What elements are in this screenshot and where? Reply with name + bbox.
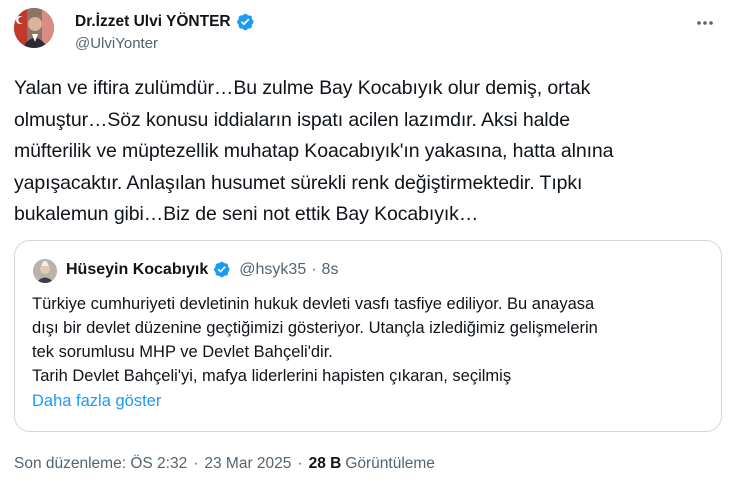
avatar-photo-icon [33, 259, 57, 283]
author-name-line: Dr.İzzet Ulvi YÖNTER [75, 12, 255, 32]
tweet-text: Yalan ve iftira zulümdür…Bu zulme Bay Ko… [14, 77, 614, 225]
show-more-link[interactable]: Daha fazla göster [32, 392, 161, 411]
tweet-date[interactable]: 23 Mar 2025 [204, 455, 291, 473]
quoted-handle[interactable]: @hsyk35 [239, 261, 306, 279]
more-horizontal-icon [697, 21, 713, 25]
avatar-photo-icon [14, 8, 54, 48]
quoted-display-name[interactable]: Hüseyin Kocabıyık [66, 261, 208, 279]
quoted-text: Türkiye cumhuriyeti devletinin hukuk dev… [32, 295, 598, 385]
verified-badge-icon [236, 13, 254, 31]
author-display-name[interactable]: Dr.İzzet Ulvi YÖNTER [75, 13, 231, 31]
quoted-tweet[interactable]: Hüseyin Kocabıyık @hsyk35 · 8s Türkiye c… [14, 240, 722, 432]
more-options-button[interactable] [694, 12, 716, 34]
meta-separator: · [297, 455, 303, 472]
author-handle[interactable]: @UlviYonter [75, 35, 158, 52]
quoted-separator: · [311, 260, 317, 278]
views-label: Görüntüleme [345, 455, 435, 472]
meta-separator: · [193, 455, 199, 472]
tweet-meta: Son düzenleme: ÖS 2:32 · 23 Mar 2025 · 2… [14, 455, 435, 473]
quoted-author-avatar[interactable] [33, 259, 57, 283]
views-count[interactable]: 28 B [309, 455, 342, 473]
author-avatar[interactable] [14, 8, 54, 48]
verified-badge-icon [214, 261, 230, 278]
edited-timestamp[interactable]: Son düzenleme: ÖS 2:32 [14, 455, 187, 473]
tweet-header: Dr.İzzet Ulvi YÖNTER @UlviYonter [14, 8, 718, 58]
quoted-timestamp[interactable]: 8s [322, 261, 339, 279]
quoted-header: Hüseyin Kocabıyık @hsyk35 · 8s [66, 260, 338, 279]
